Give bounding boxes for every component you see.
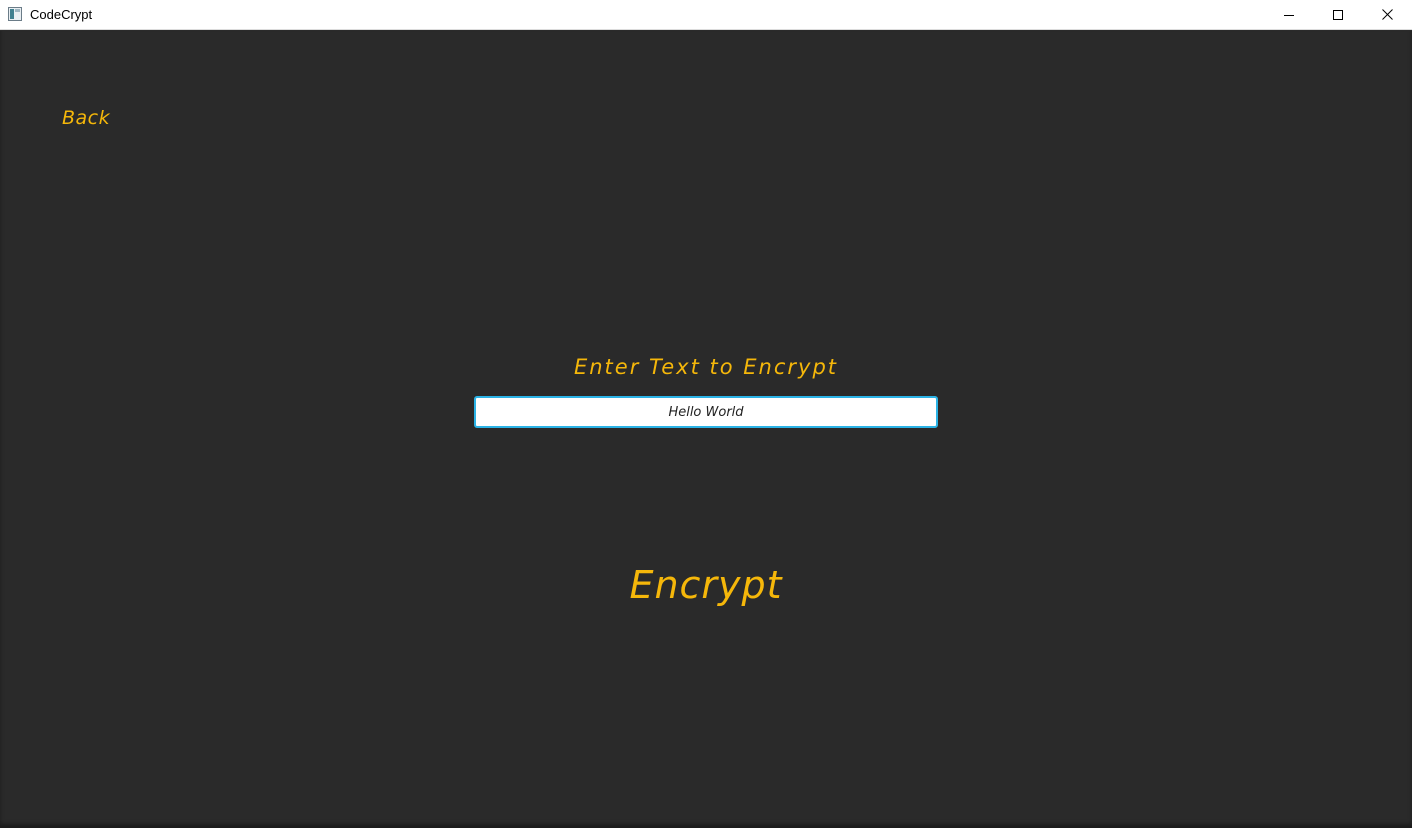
encrypt-button-label: Encrypt [629, 563, 783, 607]
maximize-button[interactable] [1315, 0, 1361, 29]
encrypt-button[interactable]: Encrypt [0, 563, 1412, 607]
app-icon [8, 7, 22, 21]
maximize-icon [1333, 9, 1343, 20]
minimize-icon [1284, 10, 1294, 20]
encrypt-prompt-label: Enter Text to Encrypt [573, 355, 839, 379]
minimize-button[interactable] [1266, 0, 1312, 29]
app-window: CodeCrypt Back Enter Text to Encrypt Enc… [0, 0, 1412, 828]
close-button[interactable] [1364, 0, 1410, 29]
back-button[interactable]: Back [62, 107, 110, 129]
window-title: CodeCrypt [30, 7, 93, 22]
close-icon [1381, 9, 1393, 20]
main-content: Back Enter Text to Encrypt Encrypt [0, 31, 1412, 828]
title-bar[interactable]: CodeCrypt [0, 0, 1412, 30]
plaintext-input[interactable] [474, 396, 938, 428]
